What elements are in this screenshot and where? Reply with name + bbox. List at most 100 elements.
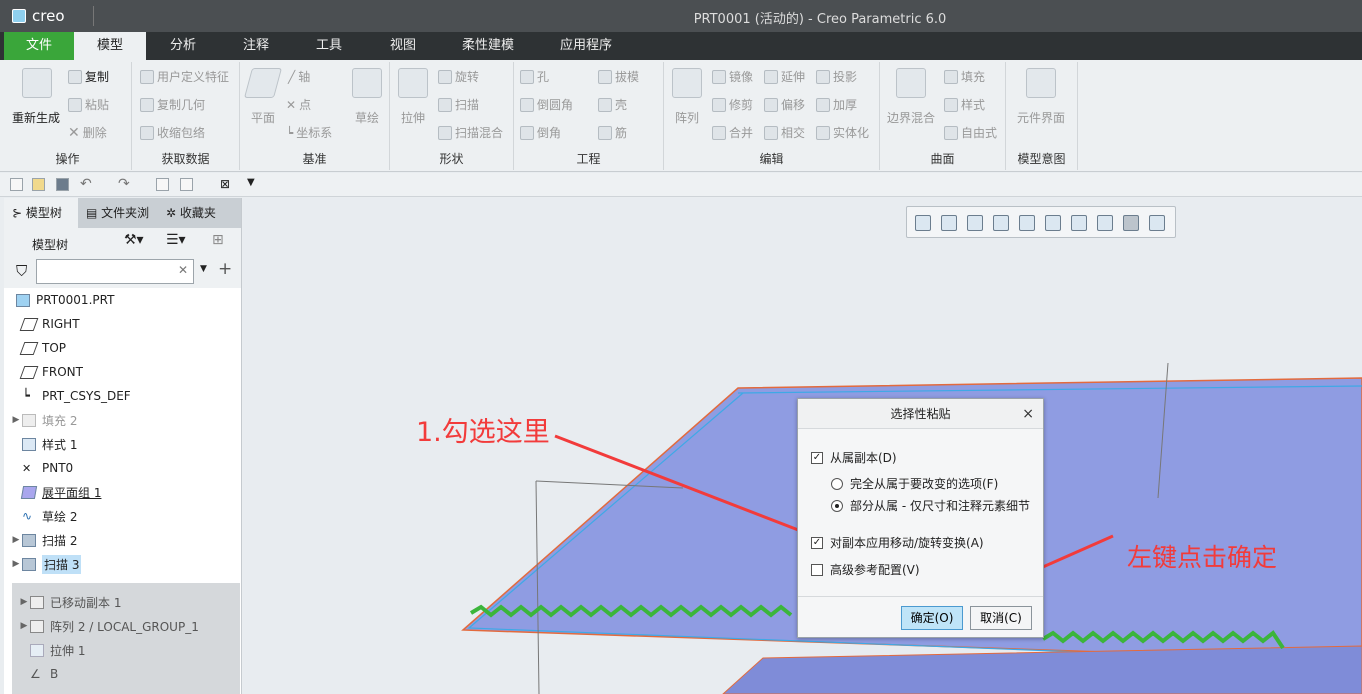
tab-folder-browser[interactable]: ▤ 文件夹浏: [78, 198, 158, 228]
thicken-button[interactable]: 加厚: [816, 96, 857, 113]
saved-views-icon[interactable]: [1019, 215, 1035, 231]
merge-button[interactable]: 合并: [712, 124, 753, 141]
group-label-get-data[interactable]: 获取数据: [132, 150, 239, 167]
tab-model-tree[interactable]: ⊱ 模型树: [4, 198, 78, 228]
group-label-operations[interactable]: 操作: [4, 150, 131, 167]
draft-button[interactable]: 拔模: [598, 68, 639, 85]
tab-applications[interactable]: 应用程序: [536, 32, 636, 60]
project-button[interactable]: 投影: [816, 68, 857, 85]
swept-blend-button[interactable]: 扫描混合: [438, 124, 503, 141]
point-button[interactable]: ✕ 点: [286, 96, 311, 113]
close-window-icon[interactable]: ⊠: [220, 177, 230, 191]
copy-geometry-button[interactable]: 复制几何: [140, 96, 205, 113]
tree-item-flatten-quilt[interactable]: 展平面组 1: [4, 480, 242, 504]
display-style-icon[interactable]: [1045, 215, 1061, 231]
boundary-blend-button[interactable]: 边界混合: [882, 109, 940, 126]
tree-item-style[interactable]: 样式 1: [4, 432, 242, 456]
shell-button[interactable]: 壳: [598, 96, 627, 113]
component-interface-button[interactable]: 元件界面: [1008, 109, 1074, 126]
csys-button[interactable]: ┕ 坐标系: [286, 124, 332, 141]
tree-item-sketch-b[interactable]: ∠ B: [4, 662, 242, 686]
tree-item-moved-copy[interactable]: ▶ 已移动副本 1: [4, 590, 242, 614]
extrude-button[interactable]: 拉伸: [392, 109, 434, 126]
extend-button[interactable]: 延伸: [764, 68, 805, 85]
open-folder-icon[interactable]: [32, 178, 45, 191]
tree-search-input[interactable]: [36, 259, 194, 284]
columns-icon[interactable]: ⊞: [212, 232, 224, 248]
dialog-close-icon[interactable]: ×: [1022, 399, 1034, 429]
annotation-display-icon[interactable]: [1123, 215, 1139, 231]
refit-icon[interactable]: [967, 215, 983, 231]
group-label-engineering[interactable]: 工程: [514, 150, 663, 167]
windows-icon[interactable]: [180, 178, 193, 191]
tree-item-front[interactable]: FRONT: [4, 360, 242, 384]
expand-icon[interactable]: ▶: [18, 597, 30, 607]
tree-item-extrude[interactable]: 拉伸 1: [4, 638, 242, 662]
expand-icon[interactable]: ▶: [10, 415, 22, 425]
pattern-button[interactable]: 阵列: [666, 109, 708, 126]
rib-button[interactable]: 筋: [598, 124, 627, 141]
dependent-copy-checkbox[interactable]: ✓ 从属副本(D): [811, 449, 897, 466]
sweep-button[interactable]: 扫描: [438, 96, 479, 113]
search-dropdown-icon[interactable]: ▼: [200, 264, 207, 274]
add-filter-icon[interactable]: +: [218, 259, 232, 279]
redo-icon[interactable]: ↷: [118, 176, 130, 192]
expand-icon[interactable]: ▶: [10, 559, 22, 569]
sketch-button[interactable]: 草绘: [346, 109, 388, 126]
show-list-icon[interactable]: ☰▾: [166, 232, 186, 248]
offset-button[interactable]: 偏移: [764, 96, 805, 113]
reorient-icon[interactable]: [993, 215, 1009, 231]
tab-analysis[interactable]: 分析: [146, 32, 220, 60]
tree-item-sketch[interactable]: ∿ 草绘 2: [4, 504, 242, 528]
solidify-button[interactable]: 实体化: [816, 124, 869, 141]
fill-button[interactable]: 填充: [944, 68, 985, 85]
customize-dropdown-icon[interactable]: ▼: [247, 177, 255, 188]
tab-view[interactable]: 视图: [366, 32, 440, 60]
apply-move-transform-checkbox[interactable]: ✓ 对副本应用移动/旋转变换(A): [811, 534, 984, 551]
tab-flexible-modeling[interactable]: 柔性建模: [440, 32, 536, 60]
view-manager-icon[interactable]: [1071, 215, 1087, 231]
clear-search-icon[interactable]: ✕: [178, 263, 188, 277]
udf-button[interactable]: 用户定义特征: [140, 68, 229, 85]
delete-button[interactable]: ✕ 删除: [68, 124, 107, 141]
style-button[interactable]: 样式: [944, 96, 985, 113]
settings-tools-icon[interactable]: ⚒▾: [124, 232, 144, 248]
freestyle-button[interactable]: 自由式: [944, 124, 997, 141]
chamfer-button[interactable]: 倒角: [520, 124, 561, 141]
plane-button[interactable]: 平面: [242, 109, 284, 126]
fully-dependent-radio[interactable]: 完全从属于要改变的选项(F): [831, 475, 998, 492]
intersect-button[interactable]: 相交: [764, 124, 805, 141]
hole-button[interactable]: 孔: [520, 68, 549, 85]
tab-favorites[interactable]: ✲ 收藏夹: [158, 198, 238, 228]
tree-item-csys[interactable]: ┕ PRT_CSYS_DEF: [4, 384, 242, 408]
tree-item-sweep-3[interactable]: ▶ 扫描 3: [4, 552, 242, 576]
paste-button[interactable]: 粘贴: [68, 96, 109, 113]
expand-icon[interactable]: ▶: [18, 621, 30, 631]
new-file-icon[interactable]: [10, 178, 23, 191]
partially-dependent-radio[interactable]: 部分从属 - 仅尺寸和注释元素细节: [831, 497, 1030, 514]
tab-annotate[interactable]: 注释: [220, 32, 292, 60]
group-label-model-intent[interactable]: 模型意图: [1006, 150, 1077, 167]
zoom-out-icon[interactable]: [941, 215, 957, 231]
spin-center-icon[interactable]: [1149, 215, 1165, 231]
tab-file[interactable]: 文件: [4, 32, 74, 60]
datum-display-icon[interactable]: [1097, 215, 1113, 231]
group-label-shapes[interactable]: 形状: [390, 150, 513, 167]
ok-button[interactable]: 确定(O): [901, 606, 963, 630]
tree-item-sweep-2[interactable]: ▶ 扫描 2: [4, 528, 242, 552]
group-label-datum[interactable]: 基准: [240, 150, 389, 167]
tree-item-pattern[interactable]: ▶ 阵列 2 / LOCAL_GROUP_1: [4, 614, 242, 638]
trim-button[interactable]: 修剪: [712, 96, 753, 113]
zoom-in-icon[interactable]: [915, 215, 931, 231]
regenerate-button[interactable]: 重新生成: [8, 109, 64, 126]
copy-button[interactable]: 复制: [68, 68, 109, 85]
mirror-button[interactable]: 镜像: [712, 68, 753, 85]
tree-item-top[interactable]: TOP: [4, 336, 242, 360]
tree-item-part[interactable]: PRT0001.PRT: [4, 288, 242, 312]
tab-model[interactable]: 模型: [74, 32, 146, 60]
cancel-button[interactable]: 取消(C): [970, 606, 1032, 630]
tab-tools[interactable]: 工具: [292, 32, 366, 60]
round-button[interactable]: 倒圆角: [520, 96, 573, 113]
regenerate-small-icon[interactable]: [156, 178, 169, 191]
tree-item-point[interactable]: ✕ PNT0: [4, 456, 242, 480]
